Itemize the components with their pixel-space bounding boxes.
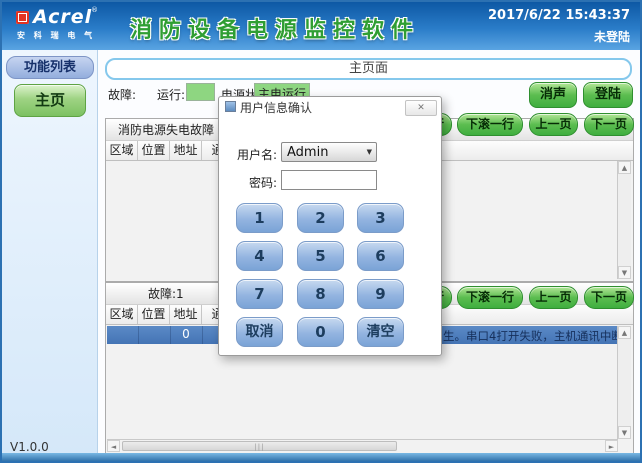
upper-table-caption: 消防电源失电故障	[118, 119, 214, 141]
keypad-6-button[interactable]: 6	[357, 241, 404, 271]
username-dropdown[interactable]: Admin ▼	[281, 142, 377, 162]
row-description-cell: 生。串口4打开失败，主机通讯中断。	[443, 328, 619, 344]
keypad-8-button[interactable]: 8	[297, 279, 344, 309]
scroll-up-icon[interactable]: ▲	[618, 161, 631, 174]
keypad-9-button[interactable]: 9	[357, 279, 404, 309]
close-icon[interactable]: ✕	[405, 100, 437, 116]
column-header-address: 地址	[170, 141, 202, 160]
user-login-dialog: 用户信息确认 ✕ 用户名: Admin ▼ 密码: 1 2 3 4 5 6 7 …	[218, 96, 442, 356]
registered-mark: ®	[91, 6, 98, 14]
brand-name: Acrel	[33, 6, 92, 28]
prev-page-button-upper[interactable]: 上一页	[529, 113, 578, 136]
main-area: 主页面 故障: 运行: 电源状态: 主电运行 消声 登陆 上滚一行 下滚一行 上…	[98, 50, 640, 453]
keypad-1-button[interactable]: 1	[236, 203, 283, 233]
scroll-down-icon[interactable]: ▼	[618, 266, 631, 279]
column-header-area: 区域	[106, 141, 138, 160]
keypad-5-button[interactable]: 5	[297, 241, 344, 271]
clear-button[interactable]: 清空	[357, 317, 404, 347]
next-page-button-upper[interactable]: 下一页	[584, 113, 634, 136]
scroll-up-icon[interactable]: ▲	[618, 326, 631, 339]
fault-label: 故障:	[108, 86, 136, 103]
login-button[interactable]: 登陆	[583, 82, 633, 108]
dialog-window-icon	[225, 101, 236, 112]
header-bar: Acrel ® 安 科 瑞 电 气 消防设备电源监控软件 2017/6/22 1…	[2, 2, 640, 50]
login-status: 未登陆	[594, 28, 630, 45]
username-value: Admin	[287, 145, 328, 160]
run-indicator	[186, 83, 215, 101]
sidebar: 功能列表 主页 V1.0.0	[2, 50, 98, 453]
username-label: 用户名:	[229, 146, 277, 163]
version-label: V1.0.0	[10, 440, 49, 454]
run-label: 运行:	[157, 86, 185, 103]
row-divider	[138, 326, 139, 344]
keypad-2-button[interactable]: 2	[297, 203, 344, 233]
lower-table-horizontal-scrollbar[interactable]: ◄ ► |||	[107, 439, 618, 452]
lower-table-vertical-scrollbar[interactable]: ▲ ▼	[617, 326, 631, 439]
row-address-cell: 0	[170, 327, 202, 341]
keypad-0-button[interactable]: 0	[297, 317, 344, 347]
row-divider	[202, 326, 203, 344]
upper-table-vertical-scrollbar[interactable]: ▲ ▼	[617, 161, 631, 279]
keypad-4-button[interactable]: 4	[236, 241, 283, 271]
chevron-down-icon: ▼	[367, 148, 372, 156]
scroll-down-icon[interactable]: ▼	[618, 426, 631, 439]
datetime: 2017/6/22 15:43:37	[488, 8, 630, 23]
column-header-area: 区域	[106, 305, 138, 324]
column-header-position: 位置	[138, 305, 170, 324]
password-input[interactable]	[281, 170, 377, 190]
scrollbar-grip[interactable]: |||	[122, 441, 397, 451]
lower-table-caption: 故障:1	[148, 283, 184, 305]
prev-page-button-lower[interactable]: 上一页	[529, 286, 578, 309]
keypad-7-button[interactable]: 7	[236, 279, 283, 309]
column-header-position: 位置	[138, 141, 170, 160]
cancel-button[interactable]: 取消	[236, 317, 283, 347]
acrel-logo-icon	[16, 11, 29, 24]
sidebar-title: 功能列表	[6, 56, 94, 79]
scroll-down-row-button-lower[interactable]: 下滚一行	[457, 286, 523, 309]
bottom-frame-band	[2, 453, 640, 461]
brand-subtitle: 安 科 瑞 电 气	[17, 30, 95, 41]
next-page-button-lower[interactable]: 下一页	[584, 286, 634, 309]
app-title: 消防设备电源监控软件	[130, 12, 420, 44]
mute-button[interactable]: 消声	[529, 82, 577, 108]
column-header-address: 地址	[170, 305, 202, 324]
dialog-title: 用户信息确认	[240, 99, 312, 116]
scroll-down-row-button-upper[interactable]: 下滚一行	[457, 113, 523, 136]
page-title: 主页面	[105, 58, 632, 80]
scroll-left-icon[interactable]: ◄	[107, 440, 120, 452]
password-label: 密码:	[229, 174, 277, 191]
sidebar-item-home[interactable]: 主页	[14, 84, 86, 117]
keypad-3-button[interactable]: 3	[357, 203, 404, 233]
scroll-right-icon[interactable]: ►	[605, 440, 618, 452]
app-window: Acrel ® 安 科 瑞 电 气 消防设备电源监控软件 2017/6/22 1…	[0, 0, 642, 463]
